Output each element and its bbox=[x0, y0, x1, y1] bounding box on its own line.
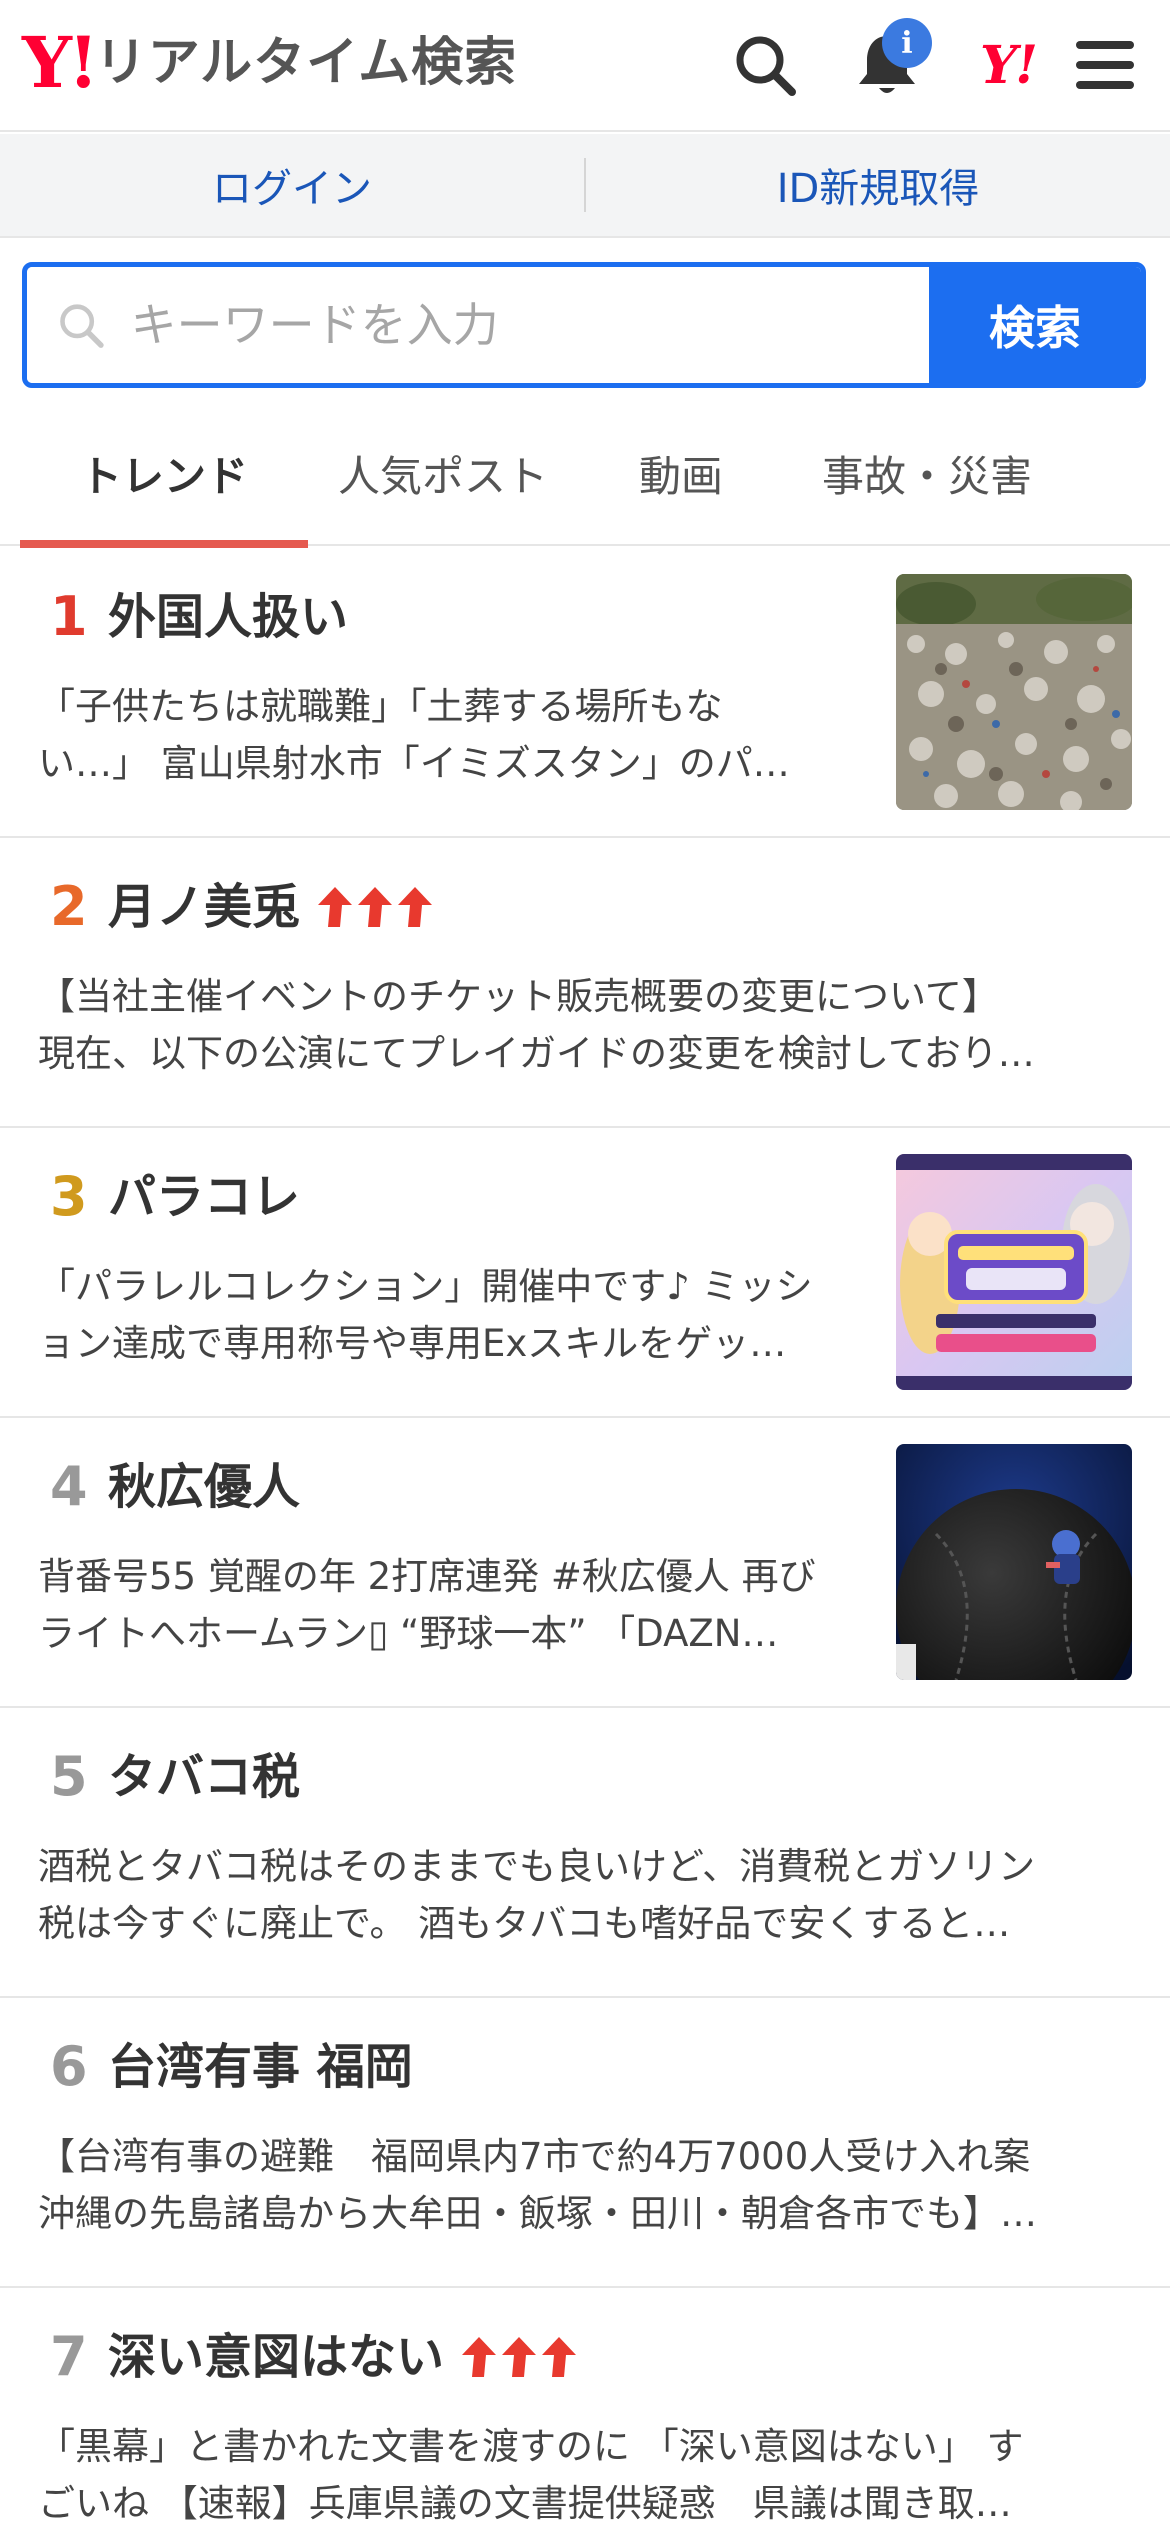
trend-item[interactable]: 4 秋広優人 背番号55 覚醒の年 2打席連発 #秋広優人 再び ライトへホーム… bbox=[0, 1418, 1170, 1708]
trend-rank: 6 bbox=[50, 2035, 88, 2098]
trend-description: 「パラレルコレクション」開催中です♪ ミッシ ョン達成で専用称号や専用Exスキル… bbox=[38, 1258, 858, 1372]
desc-line: 【当社主催イベントのチケット販売概要の変更について】 bbox=[38, 975, 999, 1018]
trend-item[interactable]: 3 パラコレ 「パラレルコレクション」開催中です♪ ミッシ ョン達成で専用称号や… bbox=[0, 1128, 1170, 1418]
trend-title: 台湾有事 福岡 bbox=[108, 2039, 413, 2095]
trend-description: 「黒幕」と書かれた文書を渡すのに 「深い意図はない」 す ごいね 【速報】兵庫県… bbox=[38, 2418, 1138, 2532]
trend-item[interactable]: 5 タバコ税 酒税とタバコ税はそのままでも良いけど、消費税とガソリン 税は今すぐ… bbox=[0, 1708, 1170, 1998]
tab-trend[interactable]: トレンド bbox=[20, 400, 308, 548]
trend-thumbnail-parallel-collection bbox=[896, 1154, 1132, 1390]
logo-text: リアルタイム検索 bbox=[94, 33, 518, 93]
trend-description: 「子供たちは就職難」「土葬する場所もな い…」 富山県射水市「イミズスタン」のパ… bbox=[38, 678, 858, 792]
desc-line: 税は今すぐに廃止で。 酒もタバコも嗜好品で安くすると… bbox=[38, 1902, 1011, 1945]
desc-line: 沖縄の先島諸島から大牟田・飯塚・田川・朝倉各市でも】… bbox=[38, 2192, 1037, 2235]
search-field-icon bbox=[60, 304, 104, 348]
tab-videos[interactable]: 動画 bbox=[578, 400, 784, 546]
notification-badge: i bbox=[882, 18, 932, 68]
trend-description: 酒税とタバコ税はそのままでも良いけど、消費税とガソリン 税は今すぐに廃止で。 酒… bbox=[38, 1838, 1138, 1952]
desc-line: い…」 富山県射水市「イミズスタン」のパ… bbox=[38, 742, 790, 785]
trend-item[interactable]: 1 外国人扱い 「子供たちは就職難」「土葬する場所もな い…」 富山県射水市「イ… bbox=[0, 548, 1170, 838]
yj-mark: Y! bbox=[980, 34, 1038, 96]
desc-line: ごいね 【速報】兵庫県議の文書提供疑惑 県議は聞き取… bbox=[38, 2482, 1012, 2525]
notification-bell-icon[interactable]: i bbox=[852, 18, 932, 100]
trend-title: タバコ税 bbox=[108, 1749, 301, 1805]
trend-rank: 3 bbox=[50, 1165, 88, 1228]
trend-description: 背番号55 覚醒の年 2打席連発 #秋広優人 再び ライトへホームラン▯ “野球… bbox=[38, 1548, 858, 1662]
tab-accidents-disasters[interactable]: 事故・災害 bbox=[784, 400, 1070, 546]
rising-trend-arrows-icon bbox=[316, 885, 436, 929]
trend-item[interactable]: 7 深い意図はない 「黒幕」と書かれた文書を渡すのに 「深い意図はない」 す ご… bbox=[0, 2288, 1170, 2532]
yahoo-realtime-logo[interactable]: Y! リアルタイム検索 bbox=[22, 28, 517, 98]
search-field bbox=[27, 267, 929, 383]
auth-bar: ログイン ID新規取得 bbox=[0, 134, 1170, 238]
trend-title: 月ノ美兎 bbox=[108, 879, 301, 935]
yahoo-japan-icon[interactable]: Y! bbox=[968, 30, 1048, 100]
desc-line: 酒税とタバコ税はそのままでも良いけど、消費税とガソリン bbox=[38, 1845, 1036, 1888]
desc-line: ライトへホームラン▯ “野球一本” 「DAZN… bbox=[38, 1612, 779, 1655]
desc-line: 現在、以下の公演にてプレイガイドの変更を検討しており… bbox=[38, 1032, 1035, 1075]
trend-description: 【当社主催イベントのチケット販売概要の変更について】 現在、以下の公演にてプレイ… bbox=[38, 968, 1138, 1082]
desc-line: 「黒幕」と書かれた文書を渡すのに 「深い意図はない」 す bbox=[38, 2425, 1024, 2468]
desc-line: 「パラレルコレクション」開催中です♪ ミッシ bbox=[38, 1265, 813, 1308]
trend-item[interactable]: 2 月ノ美兎 【当社主催イベントのチケット販売概要の変更について】 現在、以下の… bbox=[0, 838, 1170, 1128]
desc-line: 【台湾有事の避難 福岡県内7市で約4万7000人受け入れ案 bbox=[38, 2135, 1031, 2178]
trend-list: 1 外国人扱い 「子供たちは就職難」「土葬する場所もな い…」 富山県射水市「イ… bbox=[0, 548, 1170, 2532]
trend-title-row: 深い意図はない bbox=[108, 2322, 580, 2392]
search-button[interactable]: 検索 bbox=[929, 267, 1141, 383]
trend-rank: 1 bbox=[50, 585, 88, 648]
trend-title: パラコレ bbox=[108, 1169, 301, 1225]
search-input[interactable] bbox=[130, 298, 929, 352]
logo-mark: Y! bbox=[22, 21, 99, 104]
desc-line: 背番号55 覚醒の年 2打席連発 #秋広優人 再び bbox=[38, 1555, 816, 1598]
trend-thumbnail-baseball bbox=[896, 1444, 1132, 1680]
desc-line: ョン達成で専用称号や専用Exスキルをゲッ… bbox=[38, 1322, 787, 1365]
search-box: 検索 bbox=[22, 262, 1146, 388]
trend-rank: 7 bbox=[50, 2325, 88, 2388]
login-link[interactable]: ログイン bbox=[0, 134, 584, 236]
trend-item[interactable]: 6 台湾有事 福岡 【台湾有事の避難 福岡県内7市で約4万7000人受け入れ案 … bbox=[0, 1998, 1170, 2288]
rising-trend-arrows-icon bbox=[460, 2335, 580, 2379]
trend-rank: 2 bbox=[50, 875, 88, 938]
search-icon[interactable] bbox=[730, 30, 800, 100]
trend-thumbnail-garbage-dump bbox=[896, 574, 1132, 810]
trend-title-row: 月ノ美兎 bbox=[108, 872, 436, 942]
app-header: Y! リアルタイム検索 i Y! bbox=[0, 0, 1170, 132]
category-tabs: トレンド 人気ポスト 動画 事故・災害 bbox=[0, 400, 1170, 548]
trend-rank: 4 bbox=[50, 1455, 88, 1518]
trend-title: 外国人扱い bbox=[108, 589, 349, 645]
menu-icon[interactable] bbox=[1070, 30, 1140, 100]
trend-description: 【台湾有事の避難 福岡県内7市で約4万7000人受け入れ案 沖縄の先島諸島から大… bbox=[38, 2128, 1138, 2242]
trend-title: 深い意図はない bbox=[108, 2329, 445, 2385]
register-link[interactable]: ID新規取得 bbox=[586, 134, 1170, 236]
trend-rank: 5 bbox=[50, 1745, 88, 1808]
desc-line: 「子供たちは就職難」「土葬する場所もな bbox=[38, 685, 723, 728]
tab-popular-posts[interactable]: 人気ポスト bbox=[308, 400, 578, 546]
trend-title: 秋広優人 bbox=[108, 1459, 301, 1515]
